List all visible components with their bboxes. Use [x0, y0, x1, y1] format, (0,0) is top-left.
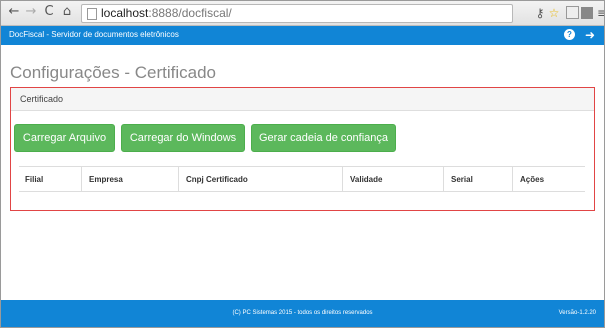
- page-title: Configurações - Certificado: [10, 63, 216, 82]
- logout-icon[interactable]: ➜: [585, 28, 595, 42]
- app-title[interactable]: DocFiscal - Servidor de documentos eletr…: [9, 30, 179, 39]
- home-icon[interactable]: ⌂: [60, 5, 74, 19]
- panel-title: Certificado: [20, 94, 64, 104]
- load-windows-button[interactable]: Carregar do Windows: [121, 124, 245, 152]
- forward-arrow-icon[interactable]: →: [24, 5, 38, 19]
- footer: (C) PC Sistemas 2015 - todos os direitos…: [1, 300, 604, 327]
- url-path: :8888/docfiscal/: [148, 6, 232, 20]
- column-divider: [178, 167, 179, 191]
- column-header-serial: Serial: [451, 175, 473, 184]
- footer-copyright: (C) PC Sistemas 2015 - todos os direitos…: [232, 310, 373, 316]
- app-navbar: DocFiscal - Servidor de documentos eletr…: [1, 26, 604, 45]
- extension-icon[interactable]: [566, 6, 579, 19]
- column-divider: [512, 167, 513, 191]
- column-header-filial: Filial: [25, 175, 44, 184]
- panel-heading: Certificado: [11, 88, 594, 111]
- column-divider: [81, 167, 82, 191]
- column-divider: [443, 167, 444, 191]
- menu-icon[interactable]: ≡: [595, 6, 604, 20]
- address-bar[interactable]: localhost:8888/docfiscal/: [81, 4, 513, 23]
- certificate-table: Filial Empresa Cnpj Certificado Validade…: [19, 166, 585, 192]
- load-file-button[interactable]: Carregar Arquivo: [14, 124, 115, 152]
- generate-trust-chain-button[interactable]: Gerar cadeia de confiança: [251, 124, 396, 152]
- back-arrow-icon[interactable]: ←: [7, 5, 21, 19]
- extension-dark-icon[interactable]: [581, 7, 593, 19]
- browser-window: ← → C ⌂ localhost:8888/docfiscal/ ⚷ ☆ ≡ …: [0, 0, 605, 328]
- footer-version: Versão-1.2.20: [558, 310, 596, 316]
- certificate-panel: Certificado Carregar Arquivo Carregar do…: [10, 87, 595, 211]
- help-icon[interactable]: ?: [564, 29, 575, 40]
- browser-toolbar: ← → C ⌂ localhost:8888/docfiscal/ ⚷ ☆ ≡: [1, 1, 604, 26]
- key-icon[interactable]: ⚷: [533, 6, 547, 20]
- bookmark-star-icon[interactable]: ☆: [547, 6, 561, 20]
- column-header-empresa: Empresa: [89, 175, 123, 184]
- reload-icon[interactable]: C: [42, 5, 56, 19]
- column-divider: [342, 167, 343, 191]
- column-header-acoes: Ações: [520, 175, 545, 184]
- url-text: localhost:8888/docfiscal/: [101, 6, 232, 21]
- page-icon: [87, 8, 97, 20]
- url-host: localhost: [101, 6, 149, 20]
- column-header-validade: Validade: [350, 175, 383, 184]
- column-header-cnpj: Cnpj Certificado: [186, 175, 248, 184]
